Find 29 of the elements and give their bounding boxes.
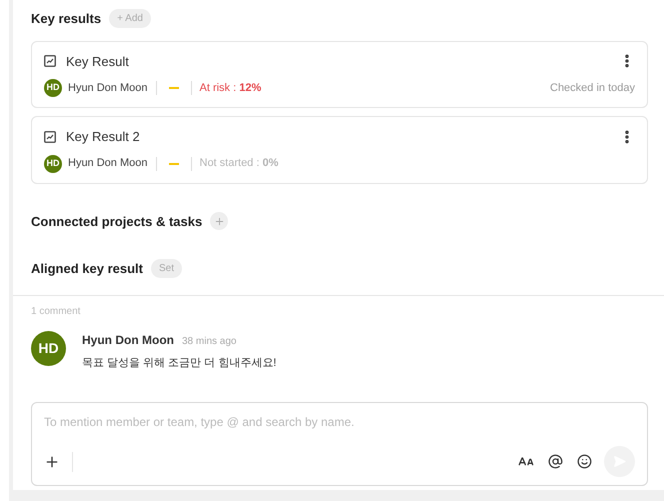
comment-count: 1 comment	[31, 304, 82, 318]
section-title: Key results	[31, 10, 102, 28]
key-result-title: Key Result 2	[66, 128, 140, 146]
emoji-icon[interactable]	[577, 454, 592, 469]
avatar: HD	[44, 79, 62, 97]
section-title: Aligned key result	[31, 260, 143, 278]
comment-input[interactable]: To mention member or team, type @ and search by name.	[44, 413, 635, 431]
key-result-card[interactable]: Key Result HD Hyun Don Moon At risk : 12% Checked in today	[31, 40, 648, 108]
comment-composer[interactable]: To mention member or team, type @ and search by name.	[31, 402, 648, 486]
key-result-title: Key Result	[66, 52, 129, 71]
key-result-card[interactable]: Key Result 2 HD Hyun Don Moon Not started : 0%	[31, 116, 648, 184]
chart-icon	[44, 55, 56, 68]
plus-icon[interactable]	[44, 454, 60, 470]
check-in-time: Checked in today	[550, 80, 635, 96]
comment-author: Hyun Don Moon	[82, 332, 174, 348]
mention-icon[interactable]	[548, 454, 563, 469]
avatar: HD	[44, 154, 62, 172]
status-label: At risk : 12%	[200, 80, 262, 96]
comment-text: 목표 달성을 위해 조금만 더 힘내주세요!	[82, 356, 276, 370]
owner-name: Hyun Don Moon	[68, 156, 148, 172]
comment-time: 38 mins ago	[182, 334, 236, 348]
avatar: HD	[31, 330, 66, 366]
progress-dash-icon	[168, 162, 178, 164]
plus-icon	[214, 216, 225, 227]
chart-icon	[44, 130, 56, 143]
section-title: Connected projects & tasks	[31, 212, 202, 231]
owner-name: Hyun Don Moon	[68, 80, 148, 96]
progress-dash-icon	[168, 87, 178, 89]
status-label: Not started : 0%	[200, 156, 278, 172]
